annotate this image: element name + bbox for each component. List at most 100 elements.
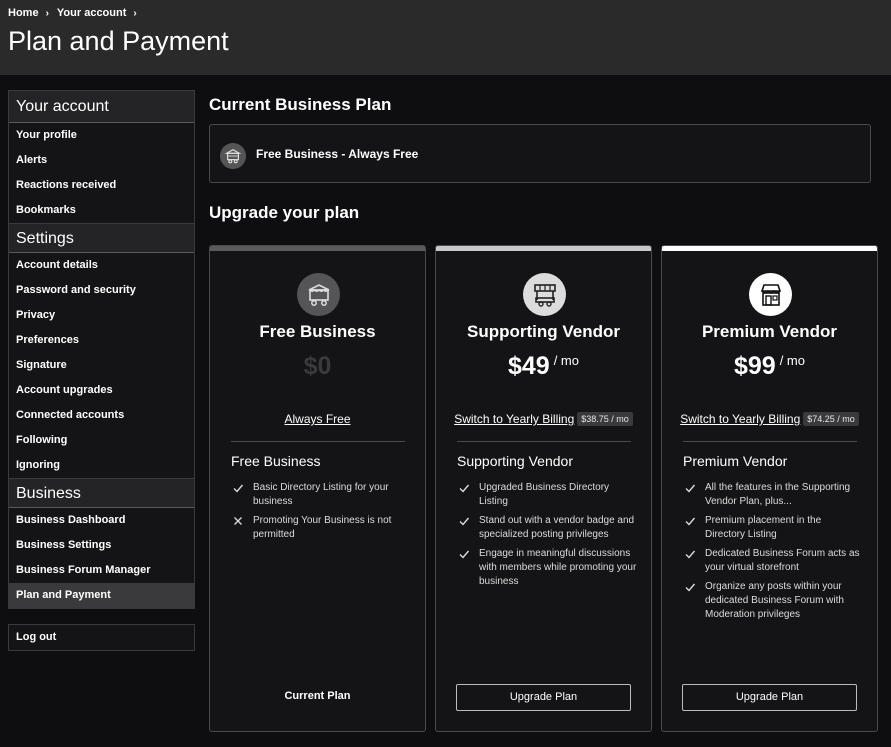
sidebar-item-bookmarks[interactable]: Bookmarks — [9, 198, 194, 223]
plan-billing: Switch to Yearly Billing $74.25 / mo — [662, 412, 877, 426]
check-icon — [684, 515, 696, 527]
food-truck-icon — [297, 273, 340, 316]
sidebar-item-alerts[interactable]: Alerts — [9, 148, 194, 173]
sidebar-item-signature[interactable]: Signature — [9, 353, 194, 378]
plan-accent-bar — [436, 246, 651, 251]
plan-feature-text: Engage in meaningful discussions with me… — [479, 548, 637, 587]
plan-price-period: / mo — [553, 353, 579, 368]
cross-icon — [232, 515, 244, 527]
plan-name: Supporting Vendor — [467, 322, 620, 341]
check-icon — [684, 581, 696, 593]
sidebar-item-business-settings[interactable]: Business Settings — [9, 533, 194, 558]
check-icon — [458, 548, 470, 560]
plan-card-premium-vendor: Premium Vendor $99/ mo Switch to Yearly Bi… — [661, 245, 878, 732]
breadcrumb-home[interactable]: Home — [8, 7, 39, 19]
check-icon — [458, 482, 470, 494]
plan-feature-item: Promoting Your Business is not permitted — [231, 514, 411, 542]
plan-feature-item: Upgraded Business Directory Listing — [457, 481, 637, 509]
check-icon — [684, 548, 696, 560]
food-truck-icon — [220, 143, 246, 169]
current-plan-label: Current Plan — [284, 690, 351, 702]
sidebar-item-plan-and-payment[interactable]: Plan and Payment — [9, 583, 194, 608]
plan-name: Premium Vendor — [701, 322, 838, 341]
plan-price-period: / mo — [779, 353, 805, 368]
upgrade-plan-heading: Upgrade your plan — [209, 203, 360, 222]
plan-feature-list: Upgraded Business Directory Listing Stand… — [457, 481, 637, 594]
plan-price-amount: $99 — [733, 352, 776, 380]
sidebar-item-reactions-received[interactable]: Reactions received — [9, 173, 194, 198]
account-sidebar: Your account Your profile Alerts Reactions … — [8, 90, 195, 609]
plan-price-amount: $49 — [507, 352, 550, 380]
breadcrumb-your-account[interactable]: Your account — [57, 7, 126, 19]
plan-feature-item: All the features in the Supporting Vendo… — [683, 481, 863, 509]
sidebar-item-account-upgrades[interactable]: Account upgrades — [9, 378, 194, 403]
check-icon — [458, 515, 470, 527]
page-title: Plan and Payment — [8, 26, 229, 56]
switch-yearly-billing-link[interactable]: Switch to Yearly Billing — [680, 412, 800, 426]
plan-feature-text: Promoting Your Business is not permitted — [253, 515, 392, 540]
plan-accent-bar — [662, 246, 877, 251]
plan-price: $0 — [210, 352, 425, 381]
plan-feature-text: Organize any posts within your dedicated… — [705, 581, 844, 620]
plan-feature-item: Stand out with a vendor badge and specia… — [457, 514, 637, 542]
logout-link[interactable]: Log out — [8, 624, 195, 651]
plan-divider — [457, 441, 631, 442]
chevron-right-icon: › — [133, 7, 137, 19]
sidebar-item-connected-accounts[interactable]: Connected accounts — [9, 403, 194, 428]
sidebar-heading: Your account — [9, 91, 194, 123]
upgrade-plan-button[interactable]: Upgrade Plan — [682, 684, 857, 711]
yearly-price-badge: $74.25 / mo — [803, 412, 859, 426]
plan-price-amount: $0 — [303, 352, 332, 380]
sidebar-item-password-and-security[interactable]: Password and security — [9, 278, 194, 303]
plan-divider — [231, 441, 405, 442]
sidebar-item-account-details[interactable]: Account details — [9, 253, 194, 278]
plan-feature-list: Basic Directory Listing for your busines… — [231, 481, 411, 547]
sidebar-heading: Business — [9, 478, 194, 508]
sidebar-item-your-profile[interactable]: Your profile — [9, 123, 194, 148]
yearly-price-badge: $38.75 / mo — [577, 412, 633, 426]
plan-card-free-business: Free Business $0 Always Free Free Business B… — [209, 245, 426, 732]
plan-feature-item: Premium placement in the Directory Listi… — [683, 514, 863, 542]
plan-feature-text: Dedicated Business Forum acts as your vi… — [705, 548, 860, 573]
plan-feature-item: Dedicated Business Forum acts as your vi… — [683, 547, 863, 575]
plan-feature-text: Upgraded Business Directory Listing — [479, 482, 610, 507]
plan-divider — [683, 441, 857, 442]
plan-price: $99/ mo — [662, 352, 877, 381]
plan-feature-text: Stand out with a vendor badge and specia… — [479, 515, 635, 540]
plan-feature-item: Basic Directory Listing for your busines… — [231, 481, 411, 509]
switch-yearly-billing-link[interactable]: Switch to Yearly Billing — [454, 412, 574, 426]
sidebar-item-preferences[interactable]: Preferences — [9, 328, 194, 353]
plan-billing: Switch to Yearly Billing $38.75 / mo — [436, 412, 651, 426]
plan-feature-text: All the features in the Supporting Vendo… — [705, 482, 851, 507]
chevron-right-icon: › — [45, 7, 49, 19]
plan-accent-bar — [210, 246, 425, 251]
current-plan-name: Free Business - Always Free — [256, 147, 419, 161]
plan-card-supporting-vendor: Supporting Vendor $49/ mo Switch to Yearly… — [435, 245, 652, 732]
storefront-icon — [749, 273, 792, 316]
always-free-link[interactable]: Always Free — [284, 412, 350, 426]
sidebar-item-business-dashboard[interactable]: Business Dashboard — [9, 508, 194, 533]
plan-name: Free Business — [259, 322, 376, 341]
check-icon — [684, 482, 696, 494]
sidebar-heading: Settings — [9, 223, 194, 253]
sidebar-item-privacy[interactable]: Privacy — [9, 303, 194, 328]
plan-price: $49/ mo — [436, 352, 651, 381]
plan-feature-text: Premium placement in the Directory Listi… — [705, 515, 822, 540]
page-header: Home › Your account › Plan and Payment — [0, 0, 891, 75]
plan-billing: Always Free — [210, 412, 425, 426]
current-plan-box: Free Business - Always Free — [209, 124, 871, 183]
sidebar-item-business-forum-manager[interactable]: Business Forum Manager — [9, 558, 194, 583]
plan-features-heading: Free Business — [231, 453, 321, 469]
sidebar-item-ignoring[interactable]: Ignoring — [9, 453, 194, 478]
upgrade-plan-button[interactable]: Upgrade Plan — [456, 684, 631, 711]
plan-feature-item: Engage in meaningful discussions with me… — [457, 547, 637, 589]
plan-features-heading: Premium Vendor — [683, 453, 788, 469]
check-icon — [232, 482, 244, 494]
market-stall-icon — [523, 273, 566, 316]
current-plan-heading: Current Business Plan — [209, 95, 392, 114]
plan-feature-text: Basic Directory Listing for your busines… — [253, 482, 389, 507]
sidebar-item-following[interactable]: Following — [9, 428, 194, 453]
plan-feature-item: Organize any posts within your dedicated… — [683, 580, 863, 622]
plan-feature-list: All the features in the Supporting Vendo… — [683, 481, 863, 627]
breadcrumb: Home › Your account › — [8, 7, 145, 19]
